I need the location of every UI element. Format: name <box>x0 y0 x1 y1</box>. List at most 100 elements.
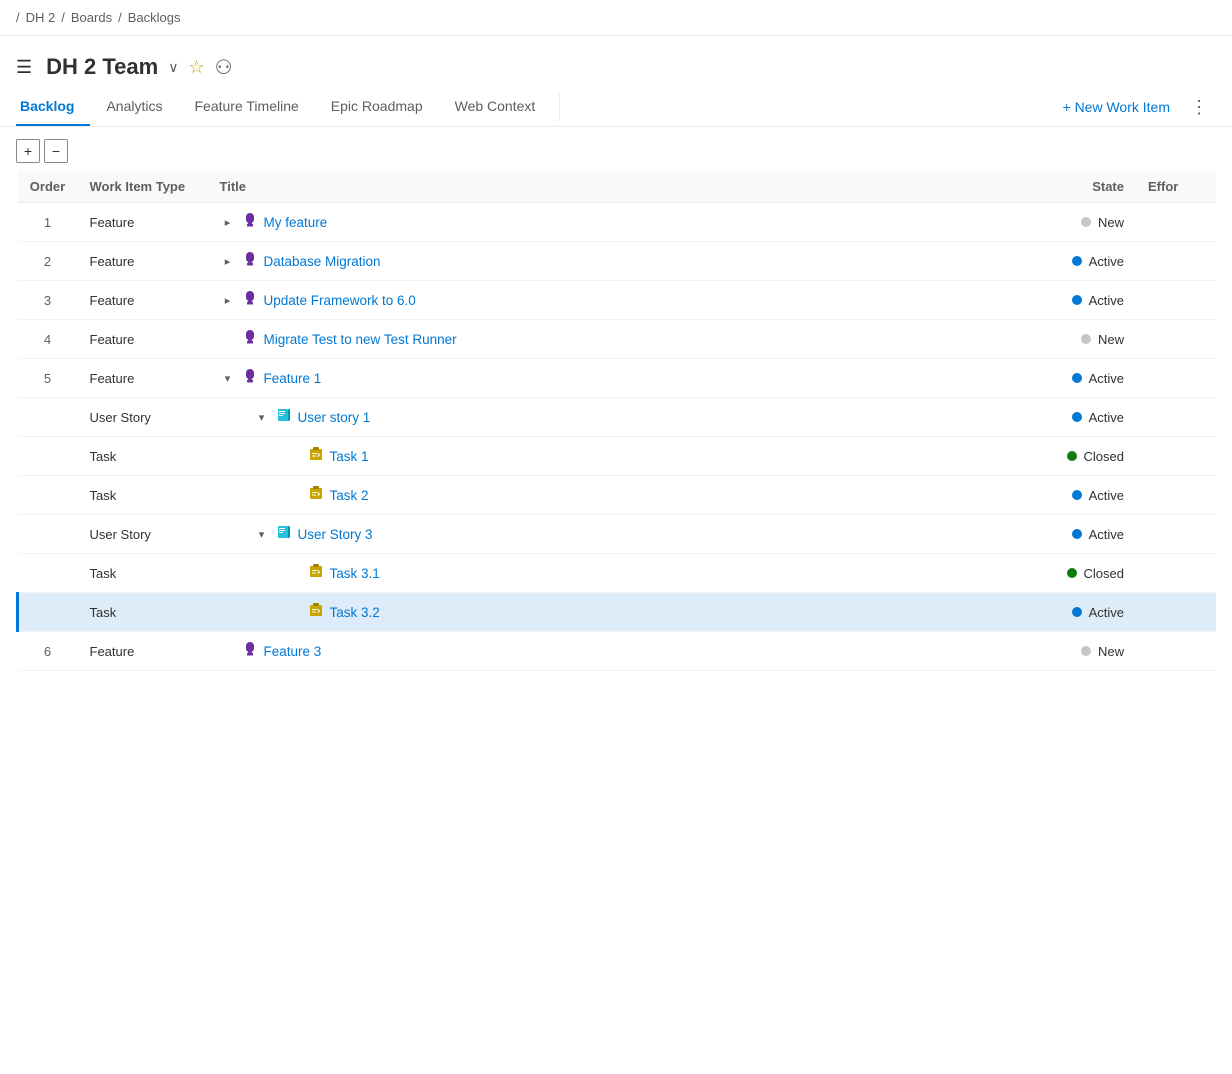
row-title-cell: Task 3.1 <box>208 554 977 593</box>
row-title-link[interactable]: Task 3.1 <box>330 566 380 581</box>
col-title: Title <box>208 171 977 203</box>
state-dot-icon <box>1067 451 1077 461</box>
tab-backlog[interactable]: Backlog <box>16 88 90 126</box>
table-row[interactable]: Task Task 1Closed <box>18 437 1217 476</box>
row-order: 6 <box>18 632 78 671</box>
breadcrumb-sep-2: / <box>118 10 122 25</box>
breadcrumb-dh2[interactable]: DH 2 <box>26 10 56 25</box>
feature-icon <box>242 212 258 232</box>
table-row[interactable]: 4Feature Migrate Test to new Test Runner… <box>18 320 1217 359</box>
tab-web-context[interactable]: Web Context <box>439 88 552 126</box>
row-order <box>18 476 78 515</box>
table-header: Order Work Item Type Title State Effor <box>18 171 1217 203</box>
row-order: 5 <box>18 359 78 398</box>
row-title-link[interactable]: User story 1 <box>298 410 371 425</box>
state-text: New <box>1098 332 1124 347</box>
row-effort <box>1136 203 1216 242</box>
row-effort <box>1136 554 1216 593</box>
breadcrumb-sep-1: / <box>61 10 65 25</box>
row-title-link[interactable]: Database Migration <box>264 254 381 269</box>
table-row[interactable]: 5Feature▾ Feature 1Active <box>18 359 1217 398</box>
row-state: Active <box>976 359 1136 398</box>
table-row[interactable]: User Story▾ User Story 3Active <box>18 515 1217 554</box>
story-icon <box>276 524 292 544</box>
state-text: Active <box>1089 488 1124 503</box>
star-icon[interactable]: ☆ <box>188 57 204 78</box>
col-effort: Effor <box>1136 171 1216 203</box>
row-state: New <box>976 320 1136 359</box>
row-order: 3 <box>18 281 78 320</box>
state-text: Closed <box>1084 449 1124 464</box>
row-order: 4 <box>18 320 78 359</box>
collapse-row-icon[interactable]: ▾ <box>254 528 270 541</box>
collapse-all-button[interactable]: − <box>44 139 68 163</box>
state-dot-icon <box>1081 334 1091 344</box>
row-title-cell: Feature 3 <box>208 632 977 671</box>
story-icon <box>276 407 292 427</box>
breadcrumb-sep-0: / <box>16 10 20 25</box>
row-state: New <box>976 632 1136 671</box>
row-order: 2 <box>18 242 78 281</box>
tab-analytics[interactable]: Analytics <box>90 88 178 126</box>
table-row[interactable]: 2Feature▸ Database MigrationActive <box>18 242 1217 281</box>
row-effort <box>1136 593 1216 632</box>
state-dot-icon <box>1072 256 1082 266</box>
tab-feature-timeline[interactable]: Feature Timeline <box>179 88 315 126</box>
row-title-link[interactable]: Task 3.2 <box>330 605 380 620</box>
team-chevron-icon[interactable]: ∨ <box>168 59 178 76</box>
row-title-cell: Task 3.2 <box>208 593 977 632</box>
row-effort <box>1136 320 1216 359</box>
table-row[interactable]: 6Feature Feature 3New <box>18 632 1217 671</box>
row-type: User Story <box>78 398 208 437</box>
table-row[interactable]: 3Feature ▸ Update Framework to 6.0 Active <box>18 281 1217 320</box>
row-effort <box>1136 398 1216 437</box>
team-members-icon[interactable]: ⚇ <box>215 55 233 80</box>
row-title-cell: ▾ User story 1 <box>208 398 977 437</box>
row-type: Task <box>78 593 208 632</box>
col-work-item-type: Work Item Type <box>78 171 208 203</box>
collapse-row-icon[interactable]: ▾ <box>220 372 236 385</box>
row-title-link[interactable]: Feature 3 <box>264 644 322 659</box>
feature-icon <box>242 329 258 349</box>
row-title-link[interactable]: Feature 1 <box>264 371 322 386</box>
row-type: Feature <box>78 281 208 320</box>
breadcrumb-boards[interactable]: Boards <box>71 10 112 25</box>
row-title-link[interactable]: Migrate Test to new Test Runner <box>264 332 457 347</box>
row-effort <box>1136 281 1216 320</box>
row-title-link[interactable]: Task 1 <box>330 449 369 464</box>
state-text: Active <box>1089 254 1124 269</box>
state-dot-icon <box>1081 646 1091 656</box>
row-title-cell: ▾ Feature 1 <box>208 359 977 398</box>
hamburger-icon[interactable]: ☰ <box>16 57 32 78</box>
collapse-row-icon[interactable]: ▾ <box>254 411 270 424</box>
expand-all-button[interactable]: + <box>16 139 40 163</box>
more-options-icon[interactable]: ⋮ <box>1182 91 1216 124</box>
row-title-link[interactable]: Update Framework to 6.0 <box>264 293 416 308</box>
breadcrumb-backlogs[interactable]: Backlogs <box>128 10 181 25</box>
row-title-cell: ▸ Database Migration <box>208 242 977 281</box>
state-dot-icon <box>1072 373 1082 383</box>
row-title-link[interactable]: User Story 3 <box>298 527 373 542</box>
row-order <box>18 593 78 632</box>
row-state: Active <box>976 398 1136 437</box>
state-text: New <box>1098 644 1124 659</box>
table-row[interactable]: Task Task 3.2Active <box>18 593 1217 632</box>
team-title: DH 2 Team <box>46 54 158 80</box>
new-work-item-button[interactable]: + New Work Item <box>1051 93 1183 121</box>
table-row[interactable]: Task Task 2Active <box>18 476 1217 515</box>
row-state: New <box>976 203 1136 242</box>
row-state: Active <box>976 476 1136 515</box>
state-text: Active <box>1089 293 1124 308</box>
table-row[interactable]: 1Feature▸ My featureNew <box>18 203 1217 242</box>
expand-row-icon[interactable]: ▸ <box>220 294 236 307</box>
task-icon <box>308 563 324 583</box>
expand-row-icon[interactable]: ▸ <box>220 255 236 268</box>
table-row[interactable]: Task Task 3.1Closed <box>18 554 1217 593</box>
row-title-link[interactable]: Task 2 <box>330 488 369 503</box>
row-effort <box>1136 242 1216 281</box>
state-dot-icon <box>1072 412 1082 422</box>
row-title-link[interactable]: My feature <box>264 215 328 230</box>
tab-epic-roadmap[interactable]: Epic Roadmap <box>315 88 439 126</box>
expand-row-icon[interactable]: ▸ <box>220 216 236 229</box>
table-row[interactable]: User Story▾ User story 1Active <box>18 398 1217 437</box>
